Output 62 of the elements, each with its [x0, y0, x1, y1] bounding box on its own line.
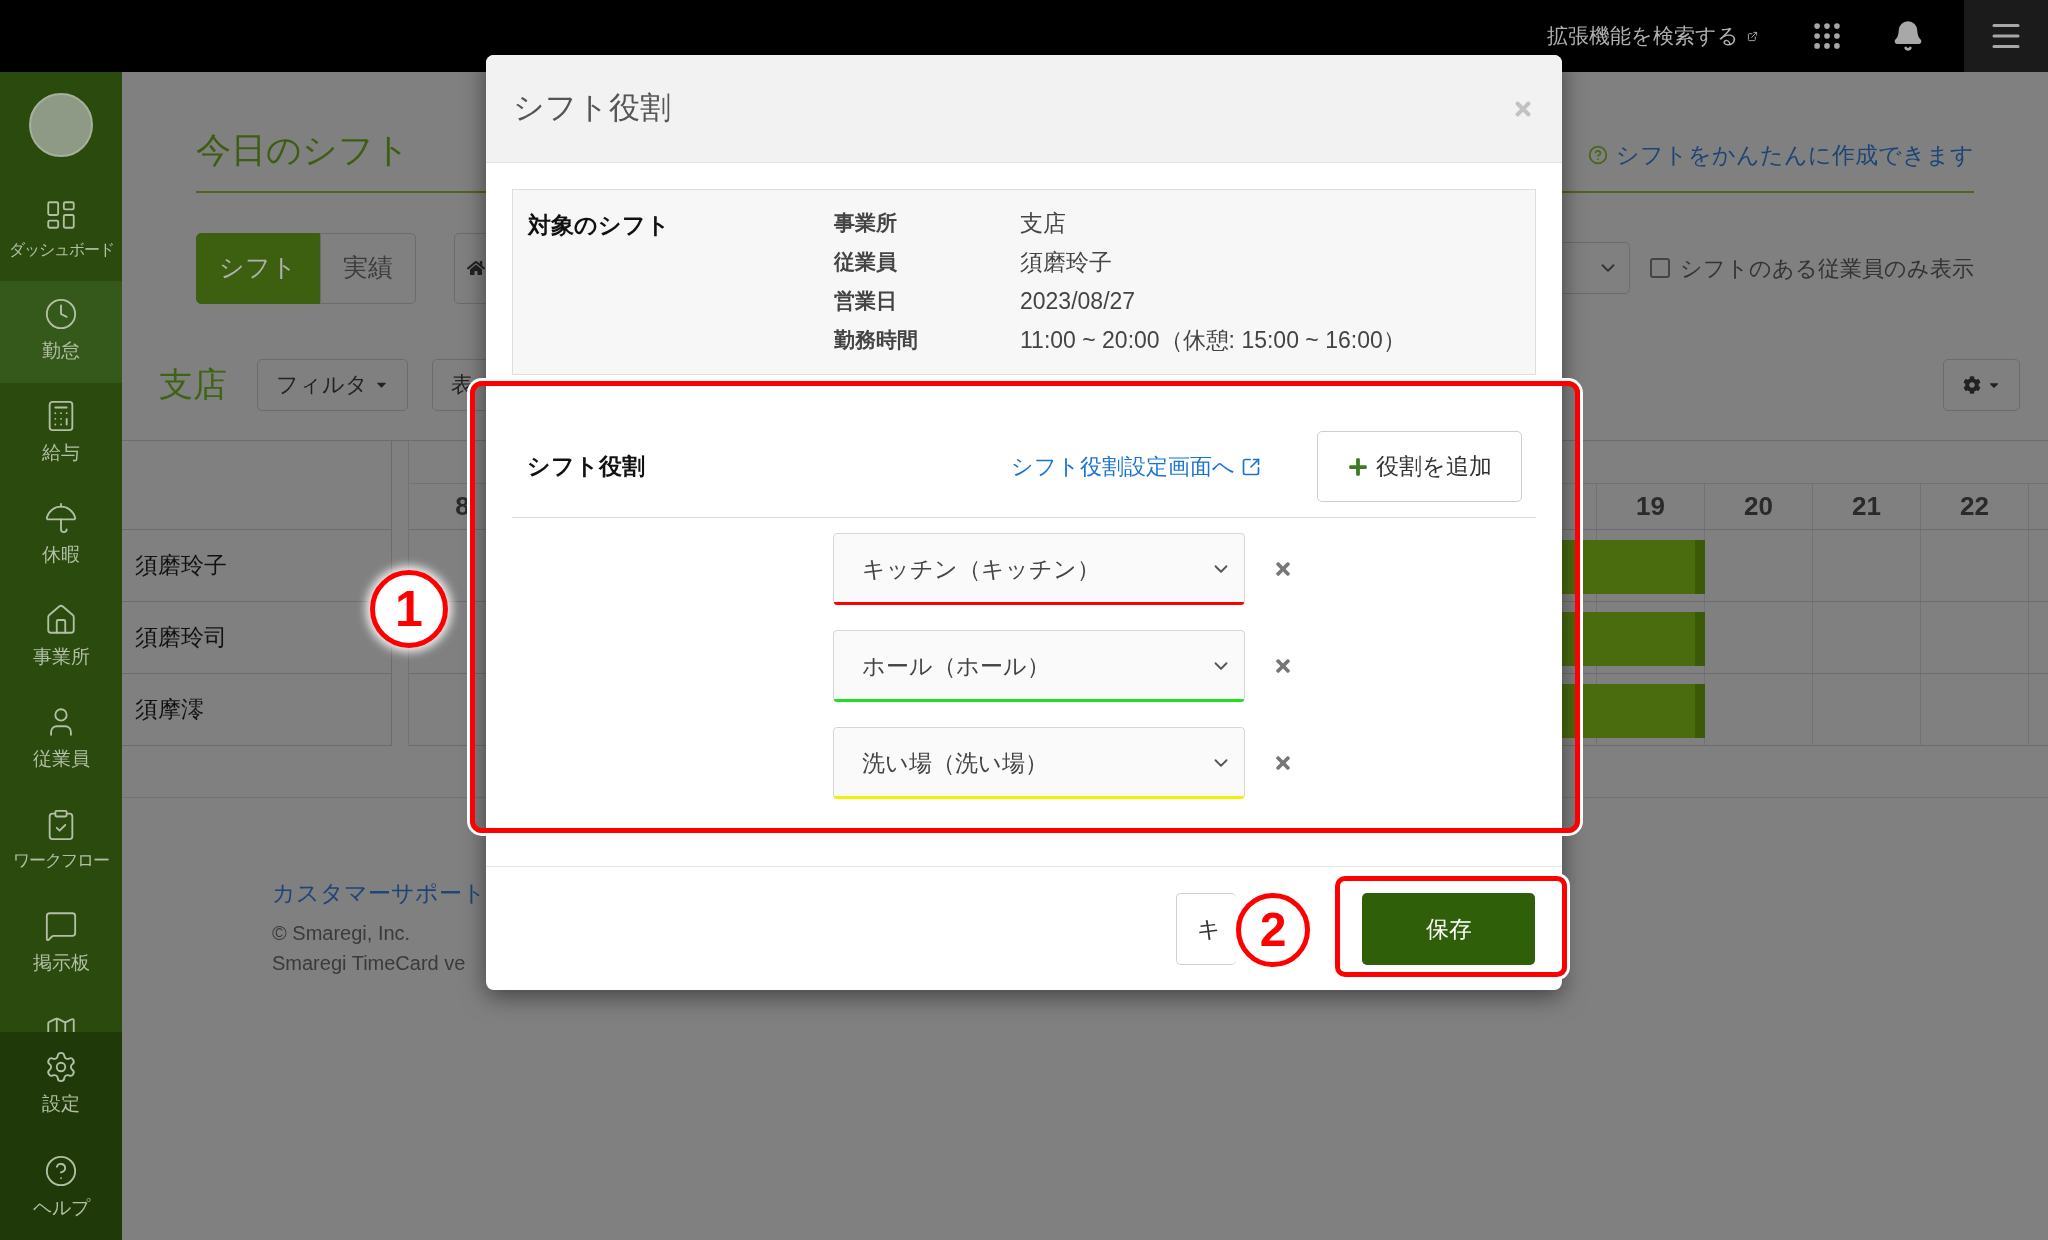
info-value: 支店	[1020, 208, 1066, 238]
info-label: 事業所	[834, 210, 898, 237]
role-select[interactable]: キッチン（キッチン）	[833, 533, 1245, 605]
sidebar-item[interactable]: 勤怠	[0, 280, 122, 383]
copyright-text: © Smaregi, Inc.	[272, 921, 411, 946]
info-value: 2023/08/27	[1020, 286, 1136, 316]
sidebar-item[interactable]: ワークフロー	[0, 790, 122, 892]
extension-search-link[interactable]: 拡張機能を検索する	[1547, 20, 1758, 52]
add-role-button[interactable]: 役割を追加	[1317, 431, 1522, 502]
role-select[interactable]: ホール（ホール）	[833, 630, 1245, 702]
home-icon	[467, 259, 485, 277]
remove-icon[interactable]	[1273, 656, 1293, 676]
settings-link[interactable]: シフト役割設定画面へ	[1011, 450, 1261, 483]
sidebar-item[interactable]: 給与	[0, 382, 122, 485]
version-text: Smaregi TimeCard ve	[272, 951, 466, 976]
hour-label: 21	[1852, 489, 1881, 523]
view-tab[interactable]: 実績	[320, 232, 416, 304]
sidebar-item[interactable]: 設定	[0, 1032, 122, 1136]
external-link-icon	[1241, 456, 1261, 477]
hour-label: 22	[1960, 489, 1989, 523]
employee-name: 須磨玲司	[135, 622, 227, 652]
sidebar-item[interactable]: 掲示板	[0, 891, 122, 994]
remove-icon[interactable]	[1273, 753, 1293, 773]
view-tab[interactable]: シフト	[196, 232, 320, 304]
sidebar-item[interactable]: ダッシュボード	[0, 178, 122, 281]
settings-icon	[44, 1049, 78, 1084]
umbrella-icon	[44, 501, 78, 536]
sidebar-item[interactable]: ヘルプ	[0, 1136, 122, 1240]
employee-name: 須摩澪	[135, 694, 204, 724]
sidebar-item[interactable]: 事業所	[0, 586, 122, 689]
info-label: 営業日	[834, 288, 898, 315]
hour-label: 20	[1744, 489, 1773, 523]
home-icon	[44, 602, 78, 637]
store-name: 支店	[159, 364, 228, 405]
help-icon	[44, 1153, 78, 1188]
dialog-title: シフト役割	[513, 89, 671, 128]
info-value: 須磨玲子	[1020, 247, 1112, 277]
info-label: 従業員	[834, 249, 898, 276]
external-link-icon	[1747, 30, 1758, 42]
info-label: 勤務時間	[834, 327, 919, 354]
clock-icon	[44, 297, 78, 332]
role-select[interactable]: 洗い場（洗い場）	[833, 727, 1245, 799]
employee-name: 須磨玲子	[135, 550, 227, 580]
settings-button[interactable]	[1943, 358, 2020, 411]
notification-bell-icon[interactable]	[1892, 20, 1924, 52]
page-title: 今日のシフト	[196, 129, 410, 171]
save-button[interactable]: 保存	[1362, 893, 1535, 965]
filter-button[interactable]: フィルタ	[257, 358, 408, 411]
checkbox-label[interactable]: シフトのある従業員のみ表示	[1650, 251, 1974, 285]
cancel-button[interactable]: キ	[1176, 893, 1236, 965]
checkbox[interactable]	[1650, 258, 1670, 278]
sidebar-item[interactable]: 休暇	[0, 484, 122, 587]
info-value: 11:00 ~ 20:00（休憩: 15:00 ~ 16:00）	[1020, 325, 1406, 355]
settings-icon	[1962, 375, 1981, 394]
section-heading: 対象のシフト	[528, 211, 671, 240]
sidebar-item[interactable]: 従業員	[0, 688, 122, 791]
hour-label: 19	[1636, 489, 1665, 523]
remove-icon[interactable]	[1273, 559, 1293, 579]
help-icon	[1588, 145, 1608, 166]
plus-icon	[1347, 456, 1368, 477]
menu-button[interactable]	[1964, 0, 2048, 72]
section-heading: シフト役割	[527, 452, 645, 482]
